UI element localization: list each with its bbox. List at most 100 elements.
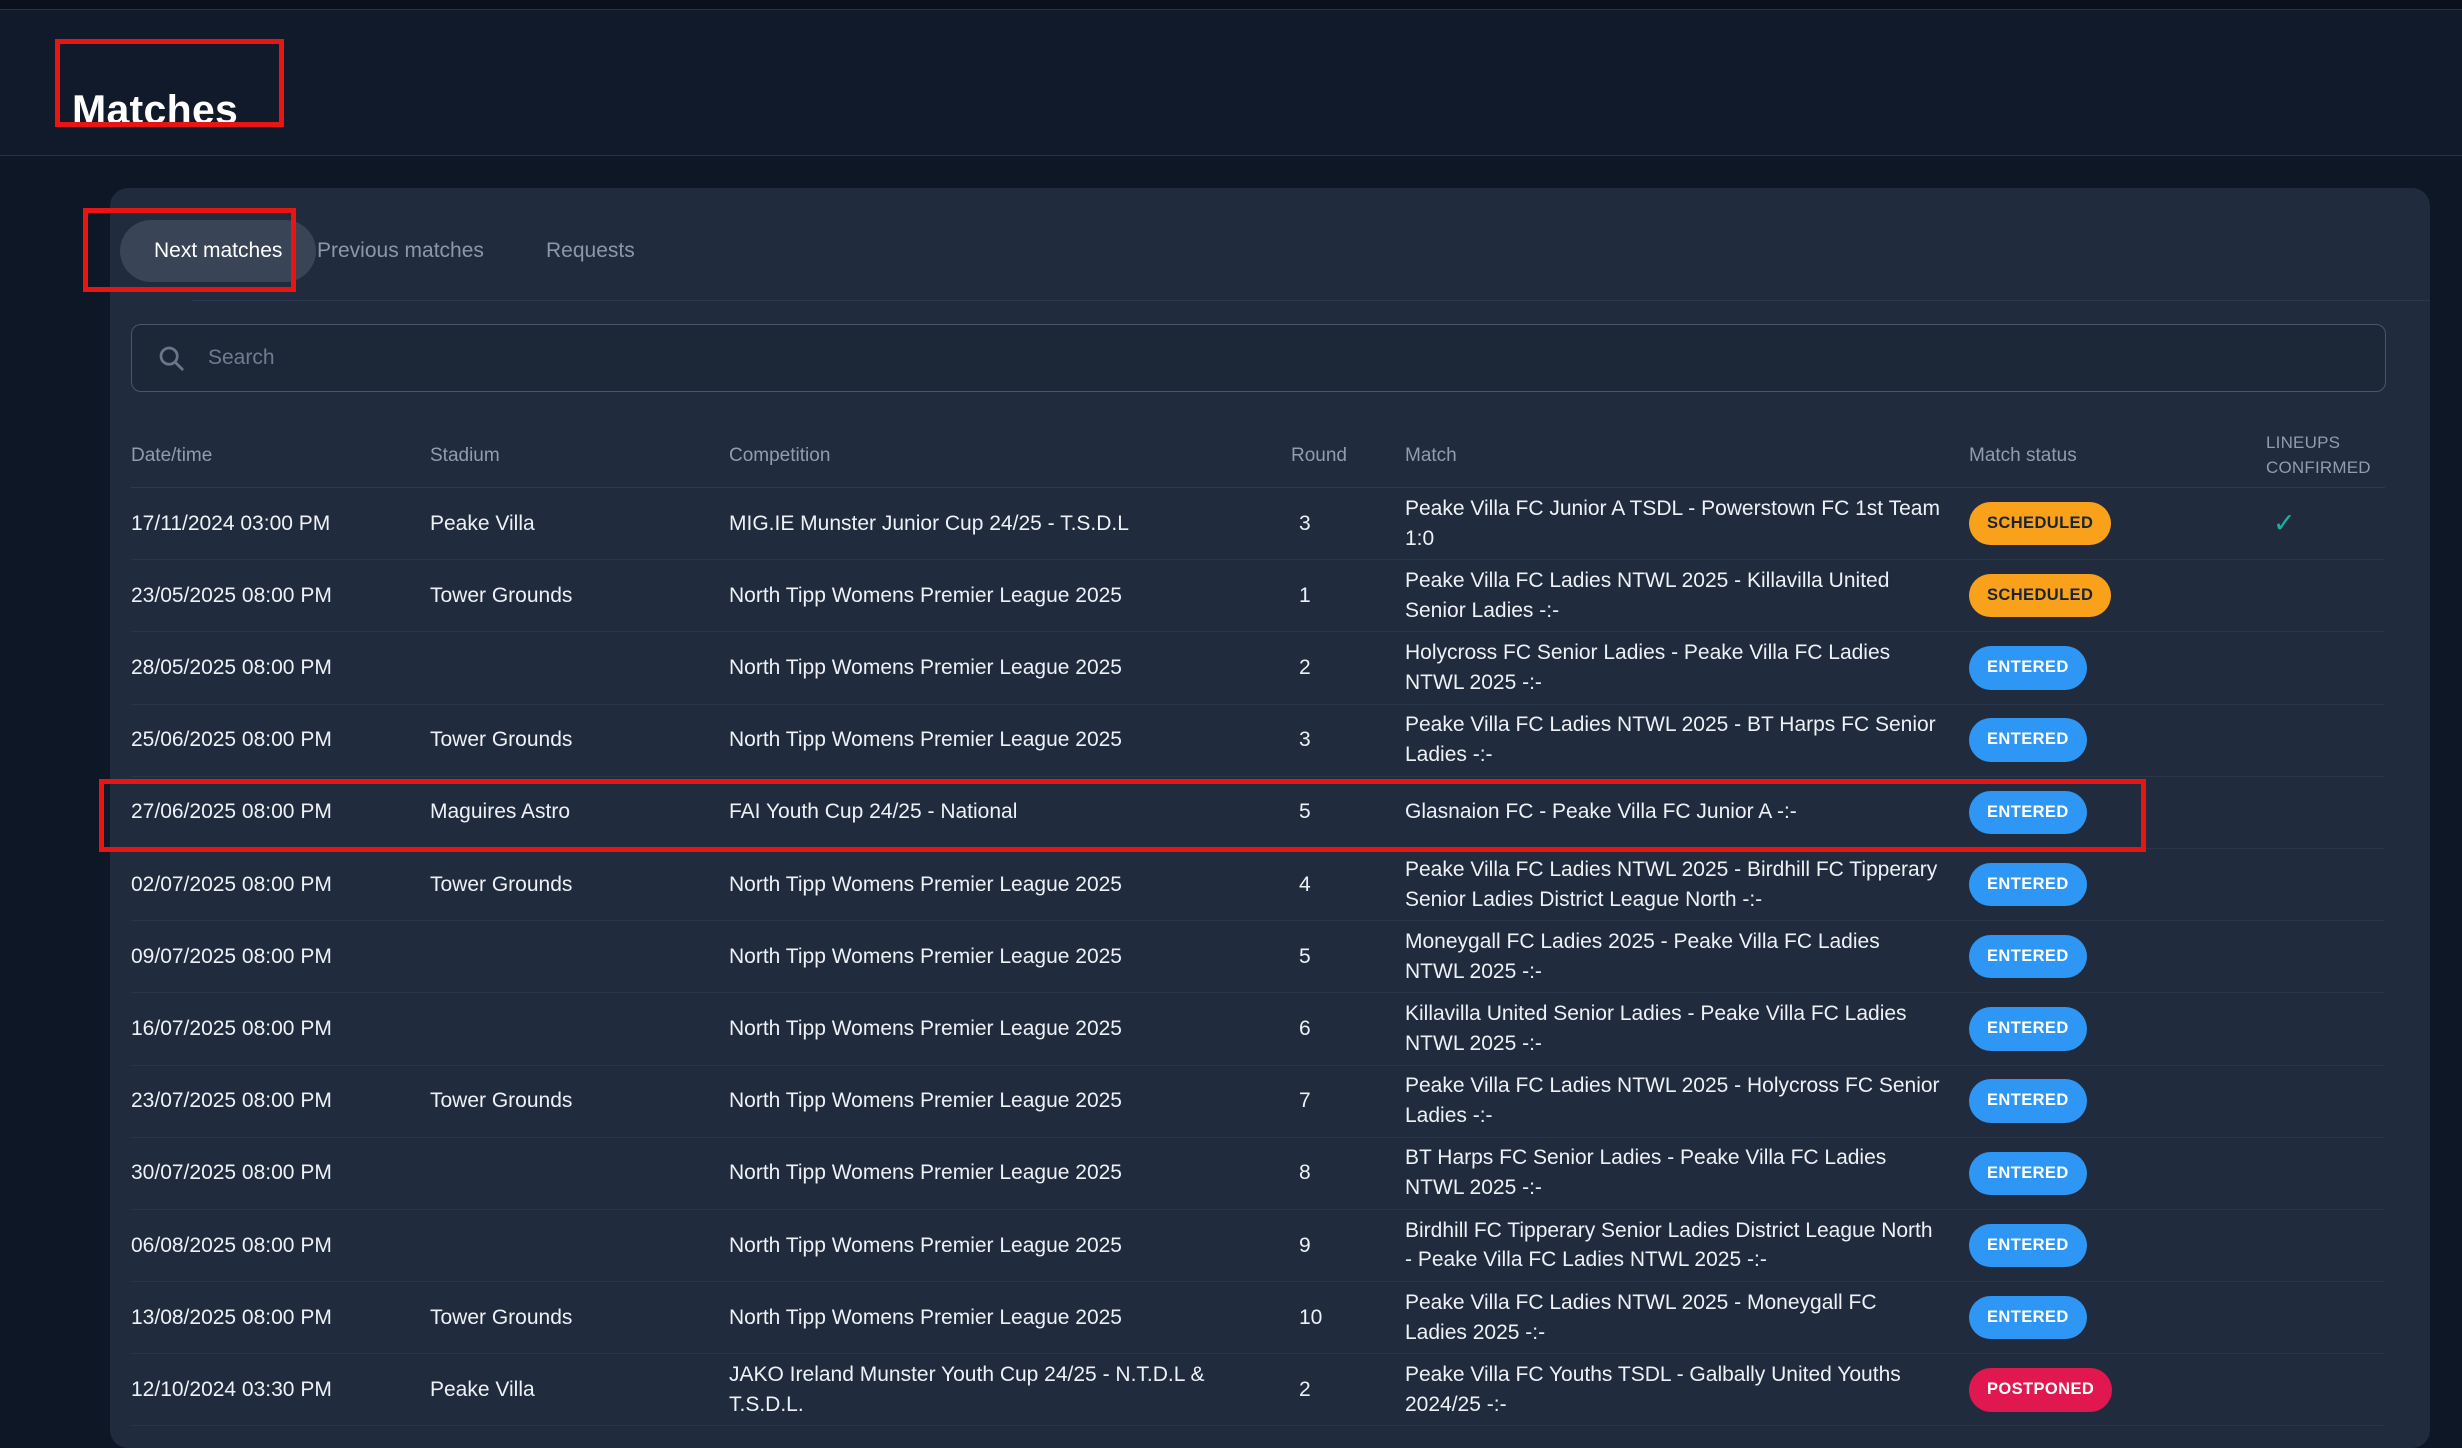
status-badge: ENTERED <box>1969 791 2087 834</box>
search-input[interactable] <box>206 345 2385 371</box>
status-badge: POSTPONED <box>1969 1368 2112 1411</box>
competition-cell: North Tipp Womens Premier League 2025 <box>729 653 1291 683</box>
column-header-datetime: Date/time <box>131 445 430 467</box>
stadium-cell: Tower Grounds <box>430 870 729 900</box>
column-header-match-status: Match status <box>1969 445 2250 467</box>
datetime-cell: 02/07/2025 08:00 PM <box>131 870 430 900</box>
stadium-cell: Tower Grounds <box>430 1086 729 1116</box>
status-cell: SCHEDULED <box>1969 502 2250 545</box>
stadium-cell: Tower Grounds <box>430 725 729 755</box>
datetime-cell: 27/06/2025 08:00 PM <box>131 797 430 827</box>
datetime-cell: 23/07/2025 08:00 PM <box>131 1086 430 1116</box>
match-cell: Peake Villa FC Ladies NTWL 2025 - Birdhi… <box>1405 855 1969 915</box>
competition-cell: FAI Youth Cup 24/25 - National <box>729 797 1291 827</box>
status-cell: POSTPONED <box>1969 1368 2250 1411</box>
table-row[interactable]: 25/06/2025 08:00 PM Tower Grounds North … <box>131 705 2385 777</box>
tab-next-matches[interactable]: Next matches <box>120 220 316 282</box>
table-body: 17/11/2024 03:00 PM Peake Villa MIG.IE M… <box>131 488 2385 1426</box>
table-row[interactable]: 27/06/2025 08:00 PM Maguires Astro FAI Y… <box>131 777 2385 849</box>
status-badge: SCHEDULED <box>1969 502 2111 545</box>
status-cell: ENTERED <box>1969 1296 2250 1339</box>
status-cell: ENTERED <box>1969 718 2250 761</box>
round-cell: 3 <box>1291 725 1405 755</box>
search-box[interactable] <box>131 324 2386 392</box>
match-cell: Peake Villa FC Junior A TSDL - Powerstow… <box>1405 494 1969 554</box>
stadium-cell: Maguires Astro <box>430 797 729 827</box>
table-row[interactable]: 30/07/2025 08:00 PM North Tipp Womens Pr… <box>131 1138 2385 1210</box>
match-cell: Glasnaion FC - Peake Villa FC Junior A -… <box>1405 797 1969 827</box>
tabs-divider <box>192 300 2430 301</box>
status-cell: SCHEDULED <box>1969 574 2250 617</box>
status-badge: SCHEDULED <box>1969 574 2111 617</box>
search-icon <box>156 343 186 373</box>
table-row[interactable]: 13/08/2025 08:00 PM Tower Grounds North … <box>131 1282 2385 1354</box>
stadium-cell: Tower Grounds <box>430 1303 729 1333</box>
table-row[interactable]: 17/11/2024 03:00 PM Peake Villa MIG.IE M… <box>131 488 2385 560</box>
table-row[interactable]: 06/08/2025 08:00 PM North Tipp Womens Pr… <box>131 1210 2385 1282</box>
status-cell: ENTERED <box>1969 1152 2250 1195</box>
column-header-competition: Competition <box>729 445 1291 467</box>
status-cell: ENTERED <box>1969 863 2250 906</box>
table-header-row: Date/time Stadium Competition Round Matc… <box>131 424 2385 488</box>
column-header-lineups-confirmed: LINEUPS CONFIRMED <box>2250 431 2385 480</box>
competition-cell: North Tipp Womens Premier League 2025 <box>729 581 1291 611</box>
status-cell: ENTERED <box>1969 1079 2250 1122</box>
datetime-cell: 13/08/2025 08:00 PM <box>131 1303 430 1333</box>
datetime-cell: 30/07/2025 08:00 PM <box>131 1158 430 1188</box>
datetime-cell: 09/07/2025 08:00 PM <box>131 942 430 972</box>
status-cell: ENTERED <box>1969 935 2250 978</box>
lineups-confirmed-check-icon: ✓ <box>2273 508 2296 538</box>
datetime-cell: 25/06/2025 08:00 PM <box>131 725 430 755</box>
status-badge: ENTERED <box>1969 1152 2087 1195</box>
round-cell: 3 <box>1291 509 1405 539</box>
match-cell: Birdhill FC Tipperary Senior Ladies Dist… <box>1405 1216 1969 1276</box>
match-cell: Holycross FC Senior Ladies - Peake Villa… <box>1405 638 1969 698</box>
status-cell: ENTERED <box>1969 791 2250 834</box>
competition-cell: North Tipp Womens Premier League 2025 <box>729 725 1291 755</box>
stadium-cell: Peake Villa <box>430 509 729 539</box>
status-cell: ENTERED <box>1969 646 2250 689</box>
table-row[interactable]: 12/10/2024 03:30 PM Peake Villa JAKO Ire… <box>131 1354 2385 1426</box>
datetime-cell: 12/10/2024 03:30 PM <box>131 1375 430 1405</box>
tab-requests[interactable]: Requests <box>546 220 635 282</box>
table-row[interactable]: 09/07/2025 08:00 PM North Tipp Womens Pr… <box>131 921 2385 993</box>
matches-table: Date/time Stadium Competition Round Matc… <box>131 424 2385 1426</box>
table-row[interactable]: 23/05/2025 08:00 PM Tower Grounds North … <box>131 560 2385 632</box>
competition-cell: North Tipp Womens Premier League 2025 <box>729 1303 1291 1333</box>
competition-cell: North Tipp Womens Premier League 2025 <box>729 870 1291 900</box>
table-row[interactable]: 28/05/2025 08:00 PM North Tipp Womens Pr… <box>131 632 2385 704</box>
status-badge: ENTERED <box>1969 863 2087 906</box>
match-cell: BT Harps FC Senior Ladies - Peake Villa … <box>1405 1143 1969 1203</box>
stadium-cell: Peake Villa <box>430 1375 729 1405</box>
match-cell: Peake Villa FC Ladies NTWL 2025 - Moneyg… <box>1405 1288 1969 1348</box>
competition-cell: North Tipp Womens Premier League 2025 <box>729 1158 1291 1188</box>
datetime-cell: 28/05/2025 08:00 PM <box>131 653 430 683</box>
match-cell: Peake Villa FC Youths TSDL - Galbally Un… <box>1405 1360 1969 1420</box>
status-badge: ENTERED <box>1969 646 2087 689</box>
page-title: Matches <box>72 86 238 133</box>
status-badge: ENTERED <box>1969 1296 2087 1339</box>
datetime-cell: 16/07/2025 08:00 PM <box>131 1014 430 1044</box>
lineups-cell: ✓ <box>2250 504 2385 542</box>
match-cell: Peake Villa FC Ladies NTWL 2025 - Holycr… <box>1405 1071 1969 1131</box>
round-cell: 9 <box>1291 1231 1405 1261</box>
tab-previous-matches[interactable]: Previous matches <box>317 220 484 282</box>
table-row[interactable]: 23/07/2025 08:00 PM Tower Grounds North … <box>131 1066 2385 1138</box>
match-cell: Moneygall FC Ladies 2025 - Peake Villa F… <box>1405 927 1969 987</box>
status-badge: ENTERED <box>1969 718 2087 761</box>
table-row[interactable]: 02/07/2025 08:00 PM Tower Grounds North … <box>131 849 2385 921</box>
top-strip <box>0 0 2462 10</box>
table-row[interactable]: 16/07/2025 08:00 PM North Tipp Womens Pr… <box>131 993 2385 1065</box>
round-cell: 6 <box>1291 1014 1405 1044</box>
page-header: Matches <box>0 10 2462 156</box>
round-cell: 8 <box>1291 1158 1405 1188</box>
status-cell: ENTERED <box>1969 1224 2250 1267</box>
status-badge: ENTERED <box>1969 935 2087 978</box>
round-cell: 2 <box>1291 653 1405 683</box>
datetime-cell: 06/08/2025 08:00 PM <box>131 1231 430 1261</box>
column-header-stadium: Stadium <box>430 445 729 467</box>
competition-cell: MIG.IE Munster Junior Cup 24/25 - T.S.D.… <box>729 509 1291 539</box>
match-cell: Peake Villa FC Ladies NTWL 2025 - Killav… <box>1405 566 1969 626</box>
tab-bar: Next matches Previous matches Requests <box>110 188 2430 300</box>
match-cell: Killavilla United Senior Ladies - Peake … <box>1405 999 1969 1059</box>
